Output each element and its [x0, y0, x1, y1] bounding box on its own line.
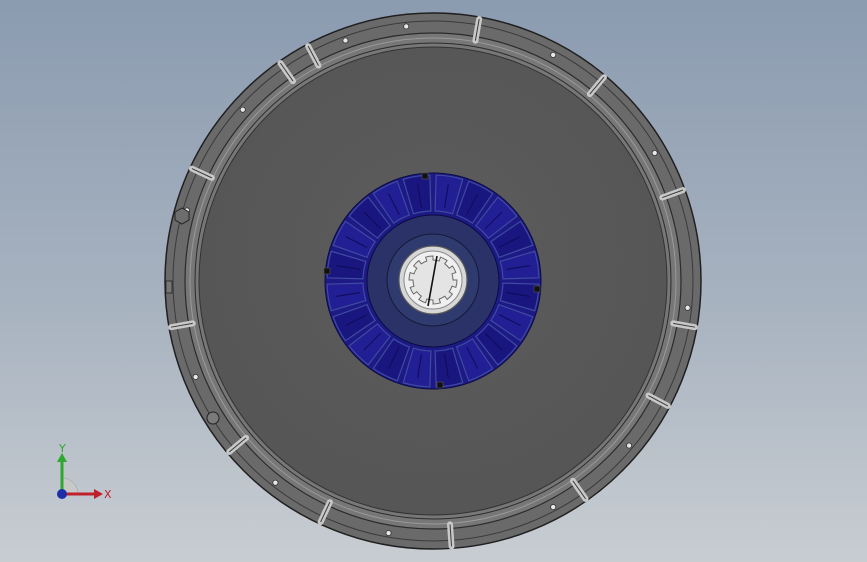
flange-bolt-hole — [342, 37, 349, 44]
lining-marker — [436, 381, 444, 389]
clutch-model[interactable] — [0, 0, 867, 562]
flange-bolt-hole — [651, 149, 658, 156]
flange-bolt-hole — [192, 373, 199, 380]
flange-bolt-hole — [403, 23, 410, 30]
flange-bolt-hole — [239, 106, 246, 113]
coordinate-triad: Y X — [57, 442, 112, 501]
flange-bolt-hole — [550, 504, 557, 511]
lining-marker — [421, 172, 429, 180]
y-axis-label: Y — [58, 442, 66, 455]
round-boss — [206, 411, 220, 425]
flange-bolt-hole — [272, 479, 279, 486]
graphics-viewport[interactable]: Y X — [0, 0, 867, 562]
lining-marker — [533, 285, 541, 293]
hex-boss — [174, 207, 190, 225]
flange-bolt-hole — [550, 51, 557, 58]
x-axis-head — [94, 489, 103, 499]
flange-bolt-hole — [684, 304, 691, 311]
flange-bolt-hole — [626, 442, 633, 449]
z-axis-dot — [57, 489, 67, 499]
flange-tab — [165, 280, 173, 294]
lining-marker — [323, 267, 331, 275]
x-axis-label: X — [104, 488, 112, 501]
flange-bolt-hole — [385, 530, 392, 537]
